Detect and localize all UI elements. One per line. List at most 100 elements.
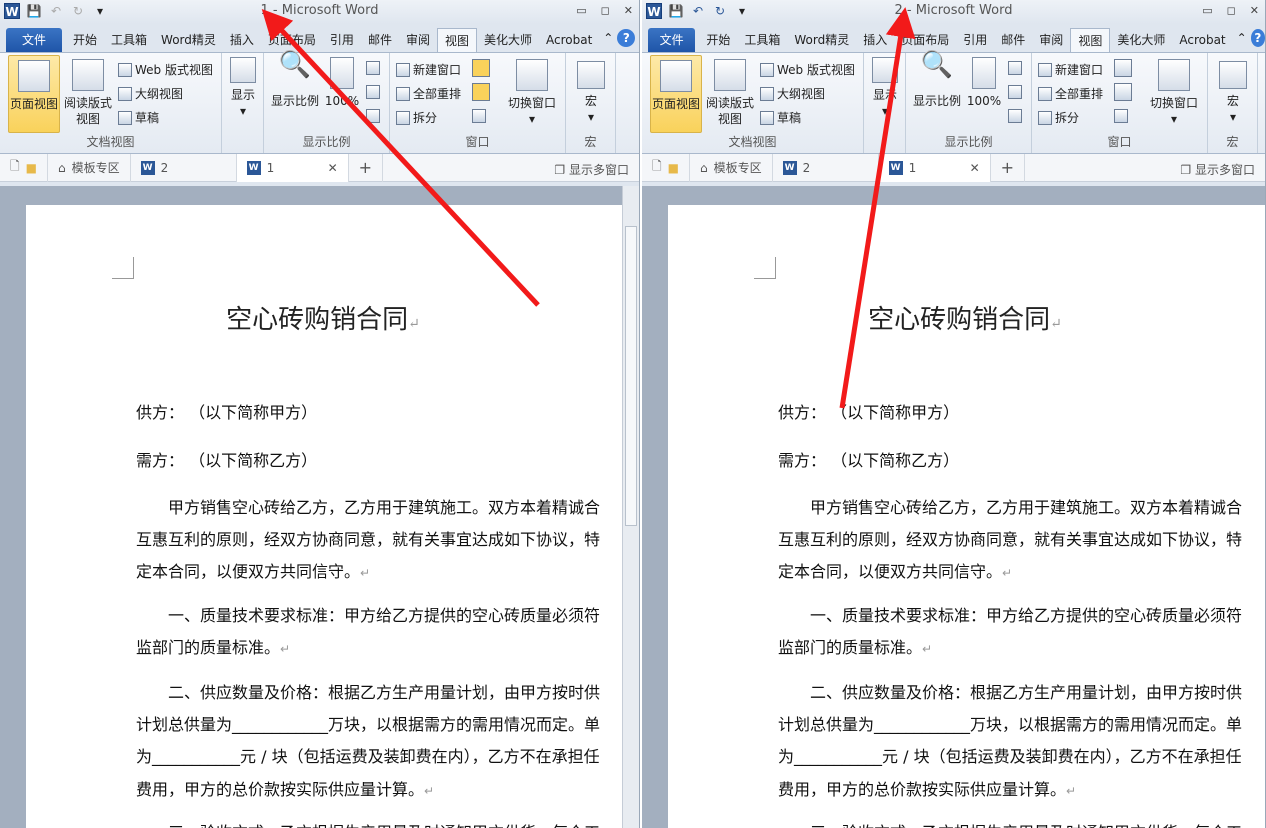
- ribbon-tab[interactable]: 工具箱: [737, 28, 787, 52]
- new-window-button[interactable]: 新建窗口: [396, 61, 461, 78]
- reading-layout-button[interactable]: 阅读版式视图: [62, 59, 114, 127]
- ribbon-tab[interactable]: 文件: [648, 28, 695, 52]
- maximize-icon[interactable]: ◻: [601, 4, 610, 17]
- ribbon-tab[interactable]: 引用: [956, 28, 994, 52]
- ribbon-tab[interactable]: 插入: [223, 28, 261, 52]
- help-icon[interactable]: ?: [1251, 29, 1265, 47]
- draft-button[interactable]: 草稿: [760, 109, 801, 126]
- ribbon: 页面视图 阅读版式视图 Web 版式视图 大纲视图 草稿 文档视图 显示▾ 🔍显…: [642, 52, 1265, 154]
- document-page[interactable]: 空心砖购销合同↵ 供方： （以下简称甲方）需方： （以下简称乙方）甲方销售空心砖…: [26, 205, 640, 828]
- draft-button[interactable]: 草稿: [118, 109, 159, 126]
- two-pages-button[interactable]: [366, 85, 380, 99]
- ribbon-tab[interactable]: 工具箱: [104, 28, 154, 52]
- ribbon-tab[interactable]: 页面布局: [261, 28, 323, 52]
- ribbon-tab[interactable]: 页面布局: [894, 28, 956, 52]
- vertical-scrollbar[interactable]: [622, 186, 639, 828]
- sync-scroll-button[interactable]: [472, 83, 490, 101]
- maximize-icon[interactable]: ◻: [1227, 4, 1236, 17]
- show-multi-window-button[interactable]: ❐ 显示多窗口: [554, 161, 629, 178]
- minimize-icon[interactable]: ▭: [576, 4, 586, 17]
- print-layout-button[interactable]: 页面视图: [8, 55, 60, 133]
- outline-button[interactable]: 大纲视图: [118, 85, 183, 102]
- ribbon-tab[interactable]: 视图: [1070, 28, 1110, 52]
- ribbon-tab[interactable]: 视图: [437, 28, 477, 52]
- new-doc-button[interactable]: 🗋■: [642, 154, 690, 182]
- folder-icon[interactable]: ■: [668, 161, 679, 175]
- doc-tab-1[interactable]: W1✕: [237, 154, 349, 182]
- label: 切换窗口: [508, 96, 556, 110]
- help-icon[interactable]: ?: [617, 29, 635, 47]
- document-line: 三、验收方式：乙方根据生产用量及时通知甲方供货，每个工: [168, 819, 600, 828]
- label: 2: [161, 161, 169, 175]
- one-page-button[interactable]: [366, 61, 380, 75]
- add-tab-button[interactable]: +: [349, 154, 383, 182]
- side-by-side-button[interactable]: [1114, 59, 1132, 77]
- show-button[interactable]: 显示▾: [226, 57, 260, 119]
- doc-tab-2[interactable]: W2: [131, 154, 237, 182]
- ribbon-tab[interactable]: 美化大师: [1110, 28, 1172, 52]
- close-icon[interactable]: ✕: [624, 4, 633, 17]
- switch-windows-button[interactable]: 切换窗口▾: [1142, 59, 1206, 127]
- page-width-button[interactable]: [366, 109, 380, 123]
- close-icon[interactable]: ✕: [1250, 4, 1259, 17]
- document-area: 空心砖购销合同↵ 供方： （以下简称甲方）需方： （以下简称乙方）甲方销售空心砖…: [0, 186, 639, 828]
- line-text: 监部门的质量标准。: [136, 638, 280, 657]
- document-page[interactable]: 空心砖购销合同↵ 供方： （以下简称甲方）需方： （以下简称乙方）甲方销售空心砖…: [668, 205, 1266, 828]
- ribbon-tab[interactable]: 文件: [6, 28, 62, 52]
- scroll-thumb[interactable]: [625, 226, 637, 526]
- ribbon-tab[interactable]: 开始: [66, 28, 104, 52]
- show-button[interactable]: 显示▾: [868, 57, 902, 119]
- split-button[interactable]: 拆分: [396, 109, 437, 126]
- show-multi-window-button[interactable]: ❐ 显示多窗口: [1180, 161, 1255, 178]
- sync-scroll-button[interactable]: [1114, 83, 1132, 101]
- outline-button[interactable]: 大纲视图: [760, 85, 825, 102]
- add-tab-button[interactable]: +: [991, 154, 1025, 182]
- split-button[interactable]: 拆分: [1038, 109, 1079, 126]
- ribbon-tab[interactable]: 审阅: [399, 28, 437, 52]
- arrange-all-button[interactable]: 全部重排: [396, 85, 461, 102]
- switch-windows-button[interactable]: 切换窗口▾: [500, 59, 564, 127]
- macros-button[interactable]: 宏▾: [1216, 61, 1250, 125]
- new-doc-button[interactable]: 🗋■: [0, 154, 48, 182]
- reset-position-button[interactable]: [1114, 109, 1128, 123]
- label: 显示比例: [271, 94, 319, 108]
- ribbon-tab[interactable]: 美化大师: [477, 28, 539, 52]
- macros-button[interactable]: 宏▾: [574, 61, 608, 125]
- reading-layout-button[interactable]: 阅读版式视图: [704, 59, 756, 127]
- reset-position-button[interactable]: [472, 109, 486, 123]
- ribbon-tab[interactable]: 邮件: [361, 28, 399, 52]
- doc-tab-2[interactable]: W2: [773, 154, 879, 182]
- ribbon-tab[interactable]: 引用: [323, 28, 361, 52]
- new-window-button[interactable]: 新建窗口: [1038, 61, 1103, 78]
- zoom-button[interactable]: 🔍显示比例: [268, 57, 322, 109]
- web-layout-button[interactable]: Web 版式视图: [760, 61, 855, 78]
- minimize-icon[interactable]: ▭: [1202, 4, 1212, 17]
- ribbon-tab[interactable]: Acrobat: [539, 28, 599, 52]
- ribbon-tab[interactable]: 插入: [856, 28, 894, 52]
- collapse-ribbon-icon[interactable]: ⌃: [1237, 31, 1247, 45]
- close-tab-icon[interactable]: ✕: [970, 161, 980, 175]
- ribbon-tab[interactable]: Word精灵: [154, 28, 223, 52]
- side-by-side-button[interactable]: [472, 59, 490, 77]
- two-pages-button[interactable]: [1008, 85, 1022, 99]
- templates-tab[interactable]: ⌂模板专区: [48, 154, 131, 182]
- ribbon-tab[interactable]: Acrobat: [1172, 28, 1232, 52]
- ribbon-tab[interactable]: Word精灵: [787, 28, 856, 52]
- ribbon-tab[interactable]: 审阅: [1032, 28, 1070, 52]
- close-tab-icon[interactable]: ✕: [328, 161, 338, 175]
- ribbon-tab[interactable]: 邮件: [994, 28, 1032, 52]
- templates-tab[interactable]: ⌂模板专区: [690, 154, 773, 182]
- zoom-100-button[interactable]: 100%: [324, 57, 360, 109]
- ribbon-tab[interactable]: 开始: [699, 28, 737, 52]
- group-label: 文档视图: [642, 133, 863, 150]
- arrange-all-button[interactable]: 全部重排: [1038, 85, 1103, 102]
- zoom-100-button[interactable]: 100%: [966, 57, 1002, 109]
- folder-icon[interactable]: ■: [26, 161, 37, 175]
- one-page-button[interactable]: [1008, 61, 1022, 75]
- page-width-button[interactable]: [1008, 109, 1022, 123]
- web-layout-button[interactable]: Web 版式视图: [118, 61, 213, 78]
- print-layout-button[interactable]: 页面视图: [650, 55, 702, 133]
- doc-tab-1[interactable]: W1✕: [879, 154, 991, 182]
- collapse-ribbon-icon[interactable]: ⌃: [603, 31, 613, 45]
- zoom-button[interactable]: 🔍显示比例: [910, 57, 964, 109]
